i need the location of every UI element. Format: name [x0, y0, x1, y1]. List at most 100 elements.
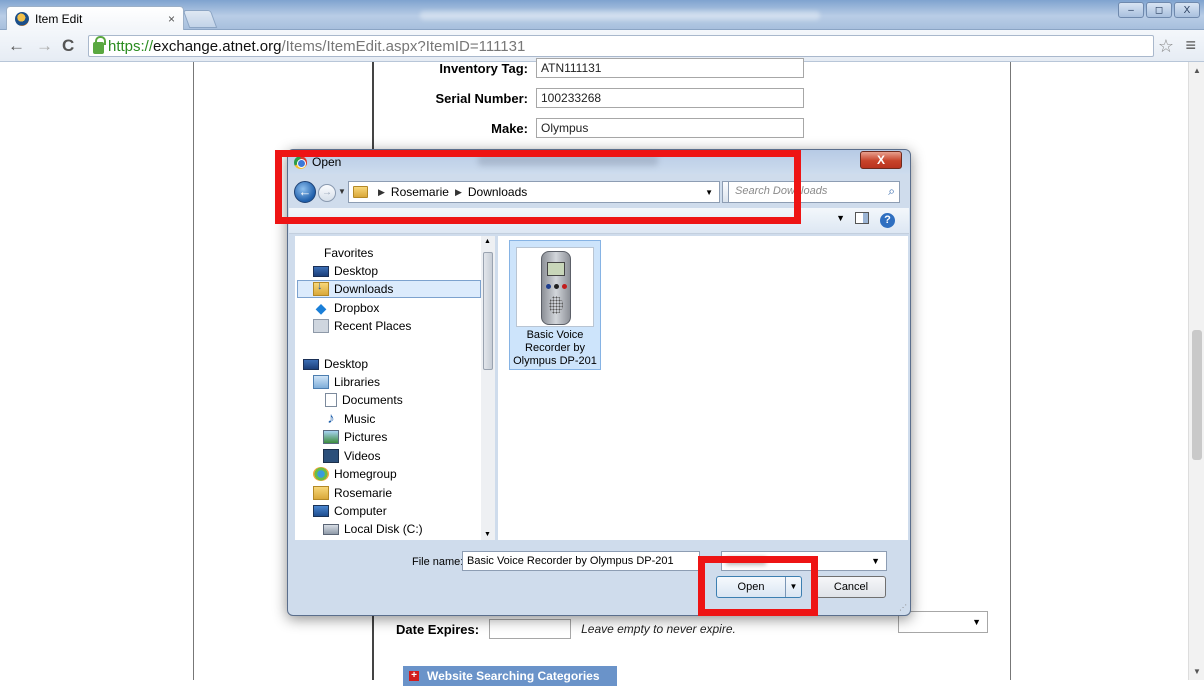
nav-pane-scrollbar[interactable]: ▲ ▼ [481, 236, 495, 540]
nav-desktop-root-label: Desktop [324, 357, 369, 371]
homegroup-icon [313, 467, 329, 481]
file-item[interactable]: Basic Voice Recorder by Olympus DP-201 [509, 240, 601, 370]
user-folder-icon [313, 486, 329, 500]
recorder-record-button [562, 284, 567, 289]
recorder-speaker-grille [549, 296, 563, 314]
desktop-icon [303, 358, 319, 370]
chevron-down-icon: ▼ [972, 617, 981, 627]
maximize-button[interactable]: ◻ [1146, 2, 1172, 18]
dropbox-icon: ◆ [315, 300, 327, 316]
date-expires-row: Date Expires: Leave empty to never expir… [396, 619, 736, 639]
nav-computer[interactable]: Computer [313, 502, 387, 520]
page-scrollbar[interactable]: ▲ ▼ [1188, 62, 1204, 680]
lock-icon [93, 36, 106, 54]
highlight-box-address [275, 150, 801, 224]
libraries-icon [313, 375, 329, 389]
nav-dropbox-label: Dropbox [334, 301, 380, 315]
tab-close-icon[interactable]: × [168, 12, 175, 26]
change-view-dropdown-icon[interactable]: ▼ [836, 213, 845, 223]
hard-disk-icon [323, 523, 339, 535]
page-scroll-thumb[interactable] [1192, 330, 1202, 460]
inventory-tag-label: Inventory Tag: [439, 60, 528, 76]
nav-libraries-label: Libraries [334, 375, 381, 389]
tab-item-edit[interactable]: Item Edit × [6, 6, 184, 31]
recorder-stop-button [554, 284, 559, 289]
nav-desktop[interactable]: Desktop [313, 262, 378, 280]
nav-music[interactable]: ♪ Music [323, 410, 375, 428]
nav-music-label: Music [344, 412, 376, 426]
nav-rosemarie[interactable]: Rosemarie [313, 484, 392, 502]
recorder-screen [547, 262, 565, 276]
close-window-button[interactable]: X [1174, 2, 1200, 18]
scroll-down-icon[interactable]: ▼ [1193, 667, 1201, 676]
nav-downloads-label: Downloads [334, 282, 394, 296]
inventory-tag-row: Inventory Tag: ATN111131 [380, 58, 804, 78]
nav-desktop-root[interactable]: Desktop [303, 355, 368, 373]
make-label: Make: [491, 120, 528, 136]
url-scheme: https:// [108, 37, 154, 55]
nav-libraries[interactable]: Libraries [313, 373, 380, 391]
scroll-up-icon[interactable]: ▲ [1193, 66, 1201, 75]
computer-icon [313, 505, 329, 517]
chevron-down-icon: ▼ [871, 556, 880, 566]
nav-downloads[interactable]: Downloads [297, 280, 481, 298]
bookmark-star-icon[interactable]: ☆ [1158, 36, 1174, 57]
search-icon[interactable]: ⌕ [888, 184, 895, 199]
documents-icon [325, 393, 337, 407]
nav-favorites[interactable]: ★ Favorites [303, 244, 373, 262]
serial-number-input[interactable]: 100233268 [536, 88, 804, 108]
help-icon[interactable]: ? [880, 213, 895, 228]
scroll-down-icon[interactable]: ▼ [484, 531, 491, 538]
music-note-icon: ♪ [327, 410, 335, 427]
resize-grip-icon[interactable]: ⋰ [899, 603, 907, 612]
nav-pictures[interactable]: Pictures [323, 428, 387, 446]
back-arrow-icon[interactable]: ← [8, 36, 25, 56]
inventory-tag-input[interactable]: ATN111131 [536, 58, 804, 78]
new-tab-button[interactable] [182, 10, 218, 28]
nav-documents[interactable]: Documents [323, 391, 403, 409]
tab-title: Item Edit [35, 12, 83, 26]
nav-computer-label: Computer [334, 504, 387, 518]
filename-label: File name: [412, 556, 464, 568]
filename-input[interactable]: Basic Voice Recorder by Olympus DP-201 [462, 551, 700, 571]
forward-arrow-icon[interactable]: → [36, 36, 53, 56]
scroll-up-icon[interactable]: ▲ [484, 238, 491, 245]
dialog-navigation-pane: ★ Favorites Desktop Downloads ◆ Dropbox … [295, 236, 495, 540]
dialog-close-button[interactable]: X [860, 151, 902, 169]
file-thumbnail [516, 247, 594, 327]
nav-rosemarie-label: Rosemarie [334, 486, 393, 500]
menu-icon[interactable]: ≡ [1185, 35, 1196, 56]
nav-local-disk[interactable]: Local Disk (C:) [323, 520, 423, 538]
page-border-right [1010, 62, 1011, 680]
nav-homegroup-label: Homegroup [334, 467, 397, 481]
make-input[interactable]: Olympus [536, 118, 804, 138]
url-host: exchange.atnet.org [153, 37, 282, 55]
nav-homegroup[interactable]: Homegroup [313, 465, 397, 483]
nav-dropbox[interactable]: ◆ Dropbox [313, 299, 380, 317]
window-controls: – ◻ X [1118, 2, 1200, 18]
nav-recent-places-label: Recent Places [334, 319, 412, 333]
page-dropdown[interactable]: ▼ [898, 611, 988, 633]
make-row: Make: Olympus [380, 118, 804, 138]
address-bar[interactable]: https:// exchange.atnet.org /Items/ItemE… [88, 35, 1154, 57]
url-path: /Items/ItemEdit.aspx?ItemID=111131 [281, 37, 526, 55]
date-expires-hint: Leave empty to never expire. [581, 622, 736, 636]
minimize-button[interactable]: – [1118, 2, 1144, 18]
preview-pane-icon[interactable] [855, 212, 869, 224]
nav-local-disk-label: Local Disk (C:) [344, 522, 423, 536]
nav-scroll-thumb[interactable] [483, 252, 493, 370]
nav-videos[interactable]: Videos [323, 447, 380, 465]
serial-number-row: Serial Number: 100233268 [380, 88, 804, 108]
website-searching-categories-button[interactable]: + Website Searching Categories [403, 666, 617, 686]
nav-favorites-label: Favorites [324, 246, 374, 260]
nav-pictures-label: Pictures [344, 430, 388, 444]
videos-icon [323, 449, 339, 463]
nav-recent-places[interactable]: Recent Places [313, 317, 411, 335]
cancel-button[interactable]: Cancel [816, 576, 886, 598]
recorder-play-button [546, 284, 551, 289]
desktop-icon [313, 265, 329, 277]
reload-icon[interactable]: C [62, 36, 74, 56]
nav-desktop-label: Desktop [334, 264, 379, 278]
date-expires-input[interactable] [489, 619, 572, 639]
serial-number-label: Serial Number: [435, 90, 528, 106]
